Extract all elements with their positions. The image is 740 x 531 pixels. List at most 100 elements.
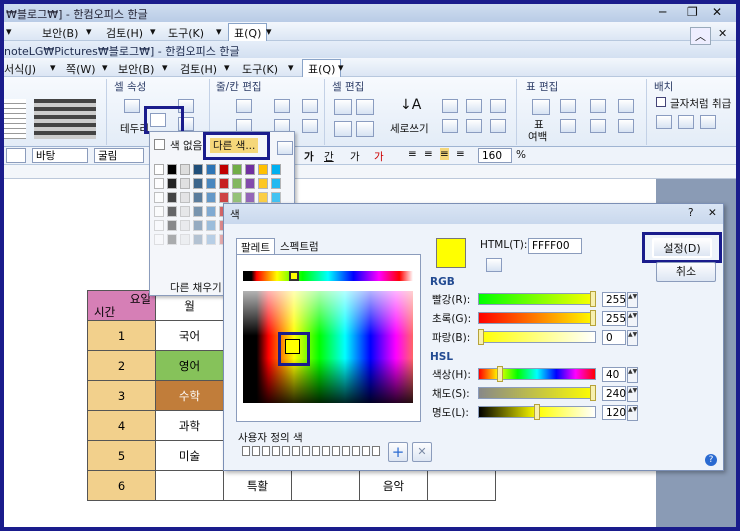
- subject-cell[interactable]: 과학: [155, 410, 224, 441]
- no-color-icon[interactable]: [154, 139, 165, 150]
- cell-margin-icon[interactable]: [560, 99, 576, 113]
- custom-color-slot[interactable]: [362, 446, 370, 456]
- spinner-icon[interactable]: ▲▼: [627, 405, 638, 421]
- hsl-slider[interactable]: [478, 387, 596, 399]
- color-swatch[interactable]: [232, 192, 242, 203]
- align-icon[interactable]: [490, 99, 506, 113]
- no-color-option[interactable]: 색 없음: [170, 138, 202, 153]
- custom-color-slot[interactable]: [262, 446, 270, 456]
- spinner-icon[interactable]: ▲▼: [627, 367, 638, 383]
- custom-color-slot[interactable]: [242, 446, 250, 456]
- font-color-icon[interactable]: 가: [374, 149, 384, 164]
- color-swatch[interactable]: [193, 220, 203, 231]
- color-swatch[interactable]: [154, 234, 164, 245]
- color-swatch[interactable]: [154, 178, 164, 189]
- style-name-field[interactable]: 바탕: [32, 148, 88, 163]
- custom-color-slot[interactable]: [312, 446, 320, 456]
- custom-color-slot[interactable]: [352, 446, 360, 456]
- custom-color-slot[interactable]: [302, 446, 310, 456]
- table-cell[interactable]: 특활: [223, 470, 292, 501]
- menu-review[interactable]: 검토(H): [106, 25, 143, 41]
- eraser-icon[interactable]: [274, 99, 290, 113]
- color-swatch[interactable]: [193, 192, 203, 203]
- formula-icon[interactable]: [560, 119, 576, 133]
- spinner-icon[interactable]: ▲▼: [627, 386, 638, 402]
- rgb-slider[interactable]: [478, 312, 596, 324]
- table-cell[interactable]: 음악: [359, 470, 428, 501]
- eyedropper-icon[interactable]: [277, 141, 293, 155]
- menu-tools[interactable]: 도구(K): [242, 61, 278, 77]
- color-swatch[interactable]: [219, 164, 229, 175]
- hsl-slider[interactable]: [478, 368, 596, 380]
- custom-color-slots[interactable]: [242, 446, 382, 458]
- menu-arrow[interactable]: ▾: [102, 61, 108, 74]
- color-swatch[interactable]: [219, 192, 229, 203]
- time-cell[interactable]: 4: [87, 410, 156, 441]
- color-swatch[interactable]: [206, 178, 216, 189]
- menu-arrow[interactable]: ▾: [224, 61, 230, 74]
- color-swatch[interactable]: [258, 164, 268, 175]
- color-swatch[interactable]: [271, 178, 281, 189]
- spinner-icon[interactable]: ▲▼: [627, 292, 638, 308]
- color-swatch[interactable]: [167, 164, 177, 175]
- color-swatch[interactable]: [219, 178, 229, 189]
- line-spacing-field[interactable]: 160: [478, 148, 512, 163]
- rgb-slider-thumb[interactable]: [478, 329, 484, 345]
- restore-icon[interactable]: ❐: [687, 5, 698, 19]
- eyedropper-icon[interactable]: [486, 258, 502, 272]
- caption-icon[interactable]: [590, 99, 606, 113]
- rgb-slider[interactable]: [478, 293, 596, 305]
- menu-arrow[interactable]: ▾: [266, 25, 272, 38]
- subject-cell[interactable]: 수학: [155, 380, 224, 411]
- color-swatch[interactable]: [193, 206, 203, 217]
- custom-color-slot[interactable]: [342, 446, 350, 456]
- hsl-slider-thumb[interactable]: [534, 404, 540, 420]
- color-swatch[interactable]: [193, 164, 203, 175]
- menu-arrow[interactable]: ▾: [150, 25, 156, 38]
- cancel-button[interactable]: 취소: [656, 262, 716, 282]
- color-swatch[interactable]: [206, 234, 216, 245]
- color-swatch[interactable]: [206, 220, 216, 231]
- custom-color-slot[interactable]: [332, 446, 340, 456]
- calc-icon[interactable]: [618, 99, 634, 113]
- color-swatch[interactable]: [245, 192, 255, 203]
- rgb-slider[interactable]: [478, 331, 596, 343]
- color-swatch[interactable]: [245, 178, 255, 189]
- table-convert-icon[interactable]: [590, 119, 606, 133]
- border-icon[interactable]: [124, 99, 140, 113]
- style-dropdown[interactable]: [6, 148, 26, 163]
- menu-page[interactable]: 쪽(W): [66, 61, 96, 77]
- menu-security[interactable]: 보안(B): [42, 25, 78, 41]
- split-cell-icon[interactable]: [356, 99, 374, 115]
- hsl-value-field[interactable]: 120: [602, 405, 626, 420]
- color-swatch[interactable]: [167, 192, 177, 203]
- align-icon[interactable]: [442, 99, 458, 113]
- strike-icon[interactable]: 가: [350, 149, 360, 164]
- insert-row-icon[interactable]: [236, 99, 252, 113]
- sort-icon[interactable]: ↓A: [400, 97, 421, 113]
- cell-grid2-icon[interactable]: [356, 121, 374, 137]
- justify-icon[interactable]: ≡: [456, 148, 465, 160]
- menu-review[interactable]: 검토(H): [180, 61, 217, 77]
- wrap-icon[interactable]: [700, 115, 716, 129]
- ribbon-collapse-button[interactable]: ︿: [690, 27, 711, 45]
- color-swatch[interactable]: [180, 164, 190, 175]
- color-swatch[interactable]: [271, 164, 281, 175]
- table-style-thumb[interactable]: [34, 99, 96, 139]
- custom-color-slot[interactable]: [252, 446, 260, 456]
- hsl-value-field[interactable]: 240: [602, 386, 626, 401]
- delete-col-icon[interactable]: [302, 119, 318, 133]
- dialog-close-icon[interactable]: ✕: [708, 207, 717, 219]
- vertical-writing-button[interactable]: 세로쓰기: [390, 121, 429, 136]
- color-swatch[interactable]: [180, 234, 190, 245]
- help-icon[interactable]: ?: [688, 207, 694, 219]
- align-right-icon[interactable]: ≡: [440, 148, 449, 160]
- align-icon[interactable]: [466, 119, 482, 133]
- align-icon[interactable]: [442, 119, 458, 133]
- tab-spectrum[interactable]: 스펙트럼: [280, 239, 319, 254]
- rgb-slider-thumb[interactable]: [590, 310, 596, 326]
- color-swatch[interactable]: [167, 178, 177, 189]
- custom-color-slot[interactable]: [292, 446, 300, 456]
- underline-icon[interactable]: 간: [324, 149, 334, 164]
- menu-arrow[interactable]: ▾: [162, 61, 168, 74]
